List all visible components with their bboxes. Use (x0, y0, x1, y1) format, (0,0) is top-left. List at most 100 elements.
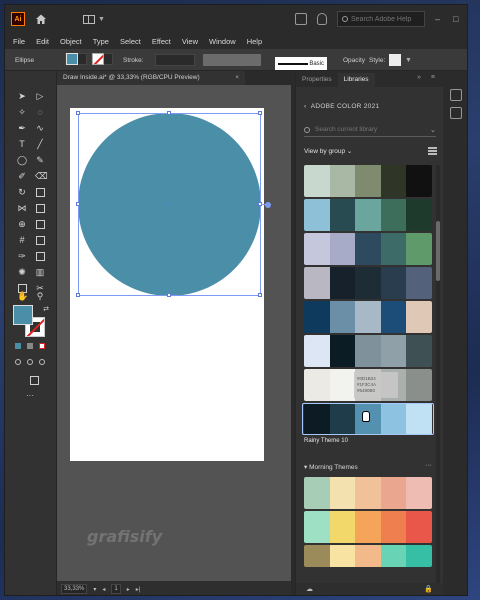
color-swatch[interactable] (406, 477, 432, 509)
color-swatch[interactable] (406, 199, 432, 231)
swap-fill-stroke-icon[interactable]: ⇄ (41, 305, 51, 315)
menu-edit[interactable]: Edit (36, 37, 49, 46)
color-swatch[interactable] (380, 165, 407, 197)
menu-view[interactable]: View (182, 37, 198, 46)
eyedropper-icon[interactable]: ✑ (17, 251, 27, 261)
workspace-switcher[interactable]: ▼ (83, 14, 105, 24)
fill-control[interactable] (65, 53, 87, 65)
color-swatch[interactable] (304, 165, 330, 197)
lightbulb-icon[interactable] (317, 13, 327, 25)
color-swatch[interactable] (380, 199, 407, 231)
bbox-handle[interactable] (76, 111, 80, 115)
artboard[interactable] (70, 108, 271, 461)
color-mode-icon[interactable] (15, 343, 21, 349)
tab-libraries[interactable]: Libraries (337, 73, 375, 87)
color-swatch[interactable] (304, 335, 330, 367)
panel-menu-icon[interactable]: » ≡ (417, 74, 439, 81)
zoom-tool-icon[interactable]: ⚲ (35, 291, 45, 301)
line-tool-icon[interactable]: ╱ (35, 139, 45, 149)
color-swatch[interactable] (380, 545, 407, 567)
color-swatch[interactable] (355, 199, 381, 231)
menu-object[interactable]: Object (60, 37, 82, 46)
color-theme-row[interactable] (304, 199, 432, 231)
group-header-morning[interactable]: ▾ Morning Themes (304, 463, 358, 471)
menu-help[interactable]: Help (247, 37, 262, 46)
stroke-none-swatch[interactable] (92, 53, 104, 65)
gradient-tool-icon[interactable] (35, 235, 45, 245)
minimize-icon[interactable]: – (435, 15, 443, 24)
bbox-handle[interactable] (76, 293, 80, 297)
shape-builder-icon[interactable]: ⊕ (17, 219, 27, 229)
help-search-input[interactable] (351, 15, 423, 23)
color-swatch[interactable] (380, 267, 407, 299)
maximize-icon[interactable]: □ (453, 15, 461, 24)
free-transform-icon[interactable] (35, 203, 45, 213)
color-swatch[interactable] (304, 511, 330, 543)
menu-effect[interactable]: Effect (152, 37, 171, 46)
bbox-handle[interactable] (258, 111, 262, 115)
library-breadcrumb[interactable]: ‹ ADOBE COLOR 2021 (304, 103, 379, 110)
color-swatch[interactable] (406, 545, 432, 567)
selection-tool-icon[interactable]: ➤ (17, 91, 27, 101)
curvature-tool-icon[interactable]: ∿ (35, 123, 45, 133)
width-tool-icon[interactable]: ⋈ (17, 203, 27, 213)
symbol-sprayer-icon[interactable]: ✺ (17, 267, 27, 277)
prev-artboard-icon[interactable]: ◂ (102, 586, 105, 593)
color-swatch[interactable] (355, 335, 381, 367)
draw-behind-icon[interactable] (27, 359, 33, 365)
library-search-input[interactable] (315, 126, 425, 133)
view-by-group-dropdown[interactable]: View by group ⌄ (304, 147, 352, 155)
color-swatch[interactable] (355, 233, 381, 265)
color-swatch[interactable] (355, 545, 381, 567)
opacity-label[interactable]: Opacity (343, 53, 365, 67)
menu-window[interactable]: Window (209, 37, 236, 46)
direct-selection-tool-icon[interactable]: ▷ (35, 91, 45, 101)
color-swatch[interactable] (304, 199, 330, 231)
hand-tool-icon[interactable]: ✋ (17, 291, 28, 301)
canvas-area[interactable]: grafisify (57, 85, 291, 581)
color-theme-row[interactable] (304, 335, 432, 367)
color-swatch[interactable] (329, 335, 356, 367)
color-swatch[interactable] (304, 545, 330, 567)
library-search[interactable]: ⌄ (304, 123, 436, 137)
graph-tool-icon[interactable]: ▥ (35, 267, 45, 277)
color-swatch[interactable] (304, 301, 330, 333)
dock-panel-icon[interactable] (450, 107, 462, 119)
none-mode-icon[interactable] (39, 343, 45, 349)
ellipse-tool-icon[interactable]: ◯ (17, 155, 27, 165)
menu-type[interactable]: Type (93, 37, 109, 46)
zoom-field[interactable]: 33,33% (61, 584, 88, 594)
color-swatch[interactable] (406, 233, 432, 265)
fill-color-box[interactable] (13, 305, 33, 325)
graphic-style-swatch[interactable] (389, 54, 401, 66)
menu-select[interactable]: Select (120, 37, 141, 46)
last-artboard-icon[interactable]: ▸| (136, 586, 141, 593)
eraser-icon[interactable]: ⌫ (35, 171, 48, 181)
color-swatch[interactable] (355, 301, 381, 333)
color-swatch[interactable] (304, 267, 330, 299)
panel-scroll-thumb[interactable] (436, 221, 440, 281)
bbox-handle[interactable] (167, 111, 171, 115)
draw-inside-icon[interactable] (39, 359, 45, 365)
color-swatch[interactable] (304, 477, 330, 509)
color-theme-row[interactable] (304, 545, 432, 567)
cloud-icon[interactable]: ☁ (306, 585, 313, 593)
color-swatch[interactable] (380, 301, 407, 333)
artboard-number-field[interactable]: 1 (111, 584, 121, 594)
next-artboard-icon[interactable]: ▸ (127, 586, 130, 593)
color-swatch[interactable] (304, 369, 330, 401)
color-theme-row[interactable] (304, 301, 432, 333)
more-tools-icon[interactable]: ··· (25, 391, 35, 401)
lock-icon[interactable]: 🔒 (424, 585, 433, 593)
chevron-down-icon[interactable]: ▼ (405, 53, 412, 67)
color-swatch[interactable] (329, 199, 356, 231)
paintbrush-icon[interactable]: ✎ (35, 155, 45, 165)
color-swatch[interactable] (406, 369, 432, 401)
document-tab[interactable]: Draw Inside.ai* @ 33,33% (RGB/CPU Previe… (57, 71, 245, 85)
dock-panel-icon[interactable] (450, 89, 462, 101)
menu-file[interactable]: File (13, 37, 25, 46)
color-swatch[interactable] (355, 511, 381, 543)
color-swatch[interactable] (355, 267, 381, 299)
color-swatch[interactable] (355, 477, 381, 509)
scale-tool-icon[interactable] (35, 187, 45, 197)
